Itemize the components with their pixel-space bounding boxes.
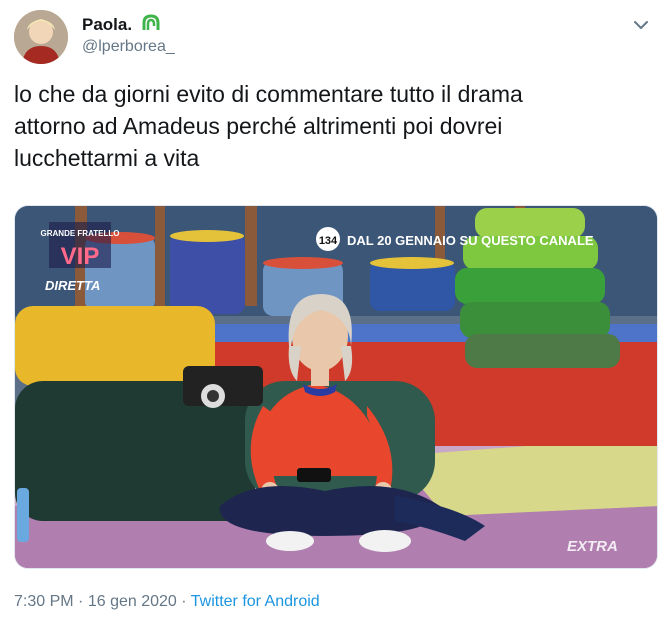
corner-logo: EXTRA [567,538,618,555]
channel-logo: 134 [319,235,338,247]
tweet-date[interactable]: 16 gen 2020 [88,593,177,610]
tweet-text-line: lucchettarmi a vita [14,145,200,171]
tweet-metadata: 7:30 PM · 16 gen 2020 · Twitter for Andr… [14,593,320,611]
tweet-source-link[interactable]: Twitter for Android [191,593,320,610]
show-logo: GRANDE FRATELLO VIP [41,222,120,270]
app-badge-icon [141,14,161,37]
avatar[interactable] [14,10,68,64]
display-name-text[interactable]: Paola. [82,15,132,34]
tweet-text-line: attorno ad Amadeus perché altrimenti poi… [14,113,503,139]
show-logo-top: GRANDE FRATELLO [41,229,120,238]
banner-text: DAL 20 GENNAIO SU QUESTO CANALE [347,233,594,248]
user-handle[interactable]: @lperborea_ [82,38,175,56]
tweet-text: lo che da giorni evito di commentare tut… [14,78,634,174]
chevron-down-icon[interactable] [630,14,652,36]
display-name[interactable]: Paola. [82,14,161,37]
separator: · [78,593,84,610]
tweet-time[interactable]: 7:30 PM [14,593,74,610]
separator: · [181,593,187,610]
tweet-text-line: lo che da giorni evito di commentare tut… [14,81,523,107]
show-logo-main: VIP [61,243,100,270]
tweet-media-image[interactable]: GRANDE FRATELLO VIP DIRETTA 134 DAL 20 G… [14,205,658,569]
tweet-card: Paola. @lperborea_ lo che da giorni evit… [0,0,670,626]
live-label: DIRETTA [45,278,100,293]
